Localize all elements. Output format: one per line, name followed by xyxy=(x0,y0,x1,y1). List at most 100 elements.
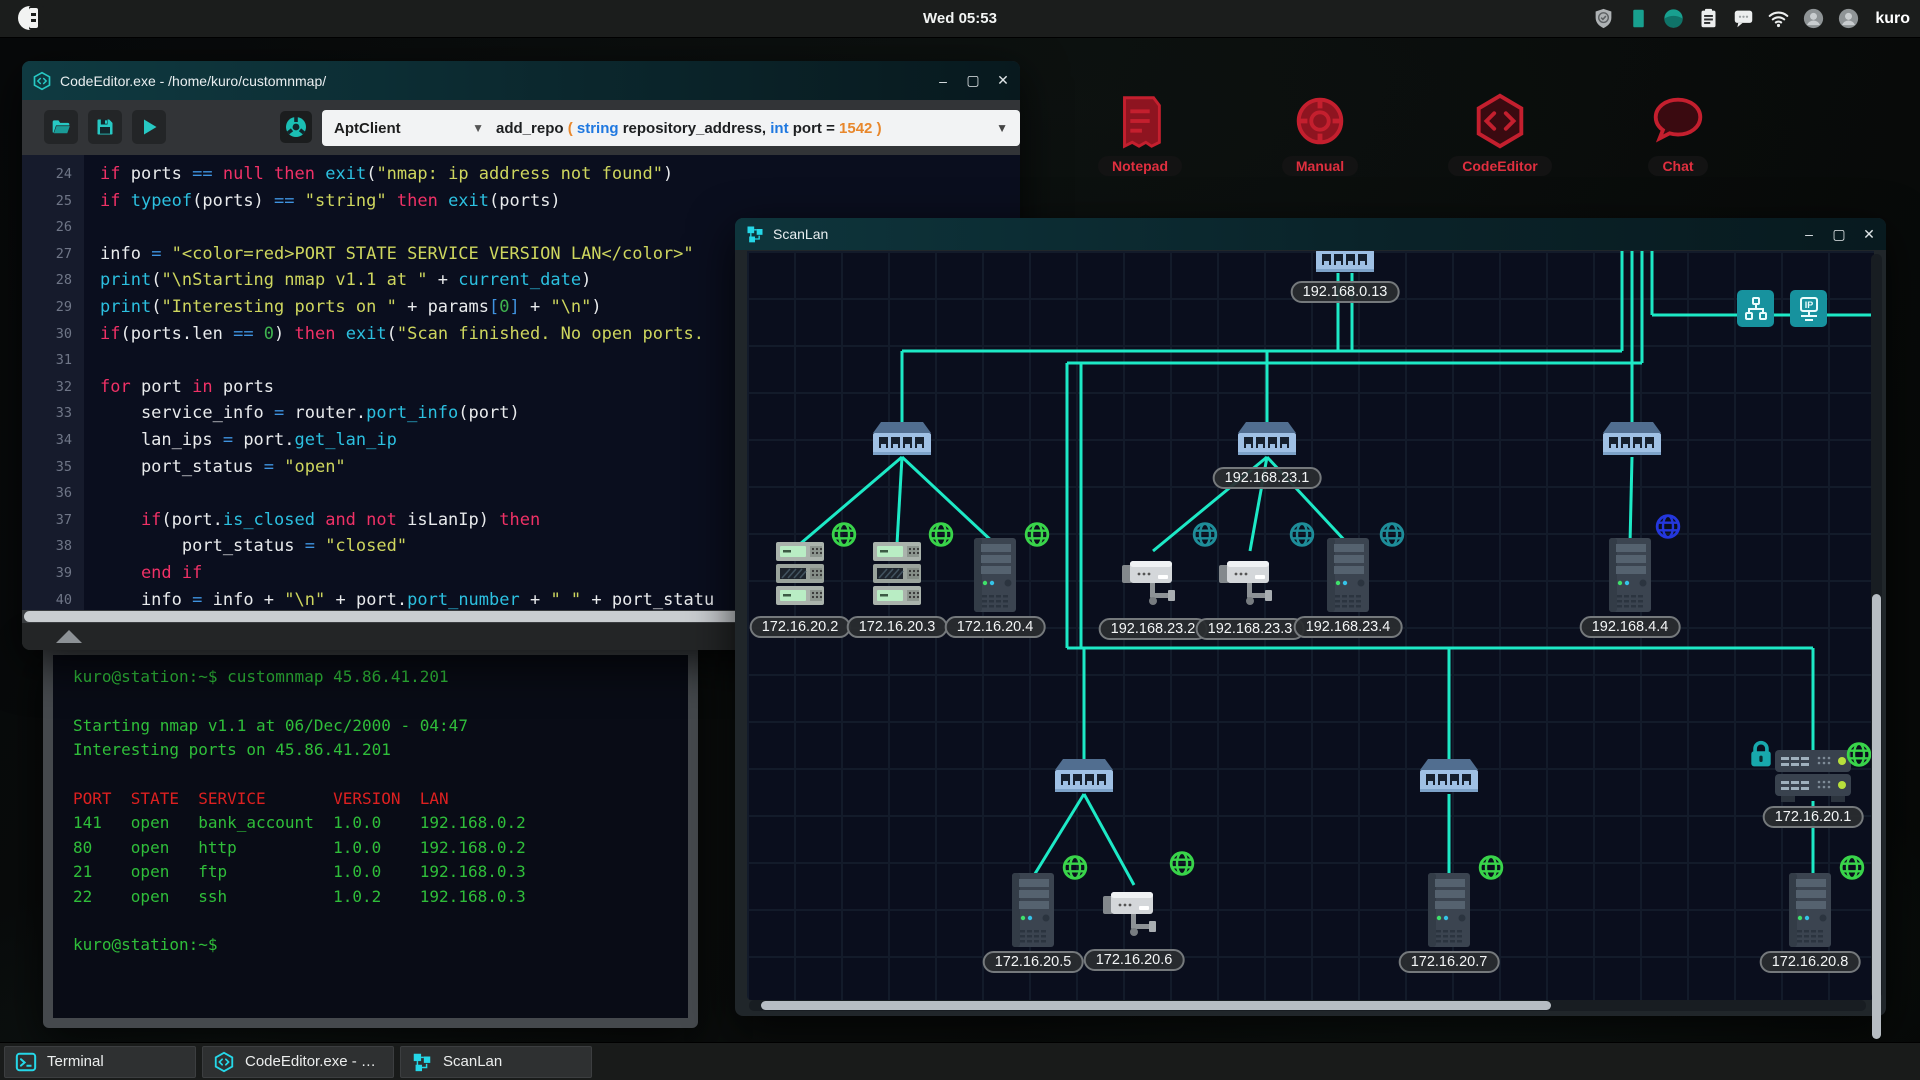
desktop-icon-chat[interactable]: Chat xyxy=(1623,90,1733,176)
desktop-icon-label: Manual xyxy=(1282,156,1358,176)
network-node-172.16.20.4[interactable] xyxy=(972,538,1018,612)
desktop-icon-manual[interactable]: Manual xyxy=(1265,90,1375,176)
network-node-172.16.20.3[interactable] xyxy=(870,542,924,608)
network-node-172.16.20.2[interactable] xyxy=(773,542,827,608)
wifi-icon[interactable] xyxy=(1768,8,1789,29)
line-number: 34 xyxy=(22,427,72,454)
tower-icon xyxy=(1426,873,1472,947)
terminal-line: 22 open ssh 1.0.2 192.168.0.3 xyxy=(73,885,688,909)
line-number: 24 xyxy=(22,161,72,188)
network-node-switch[interactable] xyxy=(1603,422,1661,458)
ip-label: 172.16.20.4 xyxy=(945,616,1046,638)
terminal-line xyxy=(73,909,688,933)
desktop-icon-label: CodeEditor xyxy=(1448,156,1551,176)
manual-icon xyxy=(1289,90,1351,152)
internet-globe-icon xyxy=(1379,522,1405,553)
codeeditor-icon xyxy=(1469,90,1531,152)
ip-label: 172.16.20.1 xyxy=(1763,806,1864,828)
function-signature-dropdown[interactable]: add_repo ( string repository_address, in… xyxy=(484,110,1020,146)
line-number: 32 xyxy=(22,374,72,401)
terminal-line: 80 open http 1.0.0 192.168.0.2 xyxy=(73,836,688,860)
code-line[interactable]: 24if ports == null then exit("nmap: ip a… xyxy=(22,161,1020,188)
network-node-192.168.23.3[interactable] xyxy=(1219,557,1281,605)
scanlan-vertical-scrollbar[interactable] xyxy=(1871,254,1882,998)
line-number: 36 xyxy=(22,480,72,507)
network-node-switch[interactable] xyxy=(873,422,931,458)
ip-label: 192.168.23.2 xyxy=(1099,618,1208,640)
internet-globe-icon xyxy=(1846,742,1872,773)
taskbar-item-scanlan[interactable]: ScanLan xyxy=(400,1046,592,1078)
close-button[interactable]: ✕ xyxy=(996,72,1010,89)
user-avatar-icon[interactable] xyxy=(1803,8,1824,29)
close-button[interactable]: ✕ xyxy=(1862,226,1876,243)
network-node-192.168.0.13[interactable] xyxy=(1316,251,1374,275)
minimize-button[interactable]: – xyxy=(936,73,950,89)
status-dot-icon[interactable] xyxy=(1663,8,1684,29)
network-node-192.168.23.1[interactable] xyxy=(1238,422,1296,458)
network-node-192.168.4.4[interactable] xyxy=(1607,538,1653,612)
terminal-line: Starting nmap v1.1 at 06/Dec/2000 - 04:4… xyxy=(73,714,688,738)
desktop-icon-label: Notepad xyxy=(1098,156,1182,176)
internet-globe-icon xyxy=(928,522,954,553)
network-tree-icon xyxy=(1743,296,1769,322)
save-file-button[interactable] xyxy=(88,110,122,144)
folder-icon xyxy=(51,117,71,137)
open-file-button[interactable] xyxy=(44,110,78,144)
code-line[interactable]: 25if typeof(ports) == "string" then exit… xyxy=(22,188,1020,215)
line-number: 28 xyxy=(22,267,72,294)
ip-label: 192.168.23.1 xyxy=(1213,467,1322,489)
taskbar-item-terminal[interactable]: Terminal xyxy=(4,1046,196,1078)
desktop-icon-codeeditor[interactable]: CodeEditor xyxy=(1445,90,1555,176)
codeeditor-titlebar[interactable]: CodeEditor.exe - /home/kuro/customnmap/ … xyxy=(22,61,1020,100)
taskbar-item-codeeditor[interactable]: CodeEditor.exe - … xyxy=(202,1046,394,1078)
scroll-up-arrow[interactable] xyxy=(56,630,82,643)
network-node-172.16.20.8[interactable] xyxy=(1787,873,1833,947)
network-map[interactable]: 192.168.0.13192.168.23.1172.16.20.2172.1… xyxy=(747,251,1874,1000)
user-avatar-icon[interactable] xyxy=(1838,8,1859,29)
clipboard-icon[interactable] xyxy=(1698,8,1719,29)
network-tree-button[interactable] xyxy=(1737,290,1774,327)
network-node-192.168.23.4[interactable] xyxy=(1325,538,1371,612)
network-node-172.16.20.5[interactable] xyxy=(1010,873,1056,947)
network-node-switch[interactable] xyxy=(1420,759,1478,795)
messages-icon[interactable] xyxy=(1733,8,1754,29)
line-number: 38 xyxy=(22,533,72,560)
apt-client-icon xyxy=(284,115,308,139)
codeeditor-title: CodeEditor.exe - /home/kuro/customnmap/ xyxy=(60,73,326,89)
save-icon xyxy=(95,117,115,137)
scanlan-titlebar[interactable]: ScanLan – ▢ ✕ xyxy=(735,218,1886,250)
terminal-line: 141 open bank_account 1.0.0 192.168.0.2 xyxy=(73,811,688,835)
maximize-button[interactable]: ▢ xyxy=(1832,226,1846,243)
minimize-button[interactable]: – xyxy=(1802,226,1816,242)
lock-icon xyxy=(1749,741,1773,774)
notepad-icon xyxy=(1109,90,1171,152)
battery-icon[interactable] xyxy=(1628,8,1649,29)
play-icon xyxy=(139,117,159,137)
terminal-icon xyxy=(15,1051,37,1073)
network-node-172.16.20.6[interactable] xyxy=(1103,888,1165,936)
network-node-172.16.20.7[interactable] xyxy=(1426,873,1472,947)
maximize-button[interactable]: ▢ xyxy=(966,72,980,89)
line-number: 27 xyxy=(22,241,72,268)
shield-check-icon[interactable] xyxy=(1593,8,1614,29)
run-script-button[interactable] xyxy=(132,110,166,144)
library-dropdown[interactable]: AptClient ▼ xyxy=(322,110,496,146)
network-node-switch[interactable] xyxy=(1055,759,1113,795)
camera-icon xyxy=(1103,888,1165,936)
network-node-172.16.20.1[interactable] xyxy=(1773,746,1853,804)
terminal-line: 21 open ftp 1.0.0 192.168.0.3 xyxy=(73,860,688,884)
terminal-window[interactable]: kuro@station:~$ customnmap 45.86.41.201 … xyxy=(43,645,698,1028)
line-number: 33 xyxy=(22,400,72,427)
rack-icon xyxy=(773,542,827,608)
terminal-output[interactable]: kuro@station:~$ customnmap 45.86.41.201 … xyxy=(53,655,688,1018)
taskbar-item-label: Terminal xyxy=(47,1053,104,1070)
network-node-192.168.23.2[interactable] xyxy=(1122,557,1184,605)
codeeditor-icon xyxy=(213,1051,235,1073)
ip-scan-button[interactable] xyxy=(1790,290,1827,327)
desktop-icon-notepad[interactable]: Notepad xyxy=(1085,90,1195,176)
ip-label: 172.16.20.5 xyxy=(983,951,1084,973)
taskbar-item-label: CodeEditor.exe - … xyxy=(245,1053,376,1070)
library-logo-button[interactable] xyxy=(280,111,312,143)
scanlan-horizontal-scrollbar[interactable] xyxy=(749,1000,1866,1011)
line-number: 30 xyxy=(22,321,72,348)
